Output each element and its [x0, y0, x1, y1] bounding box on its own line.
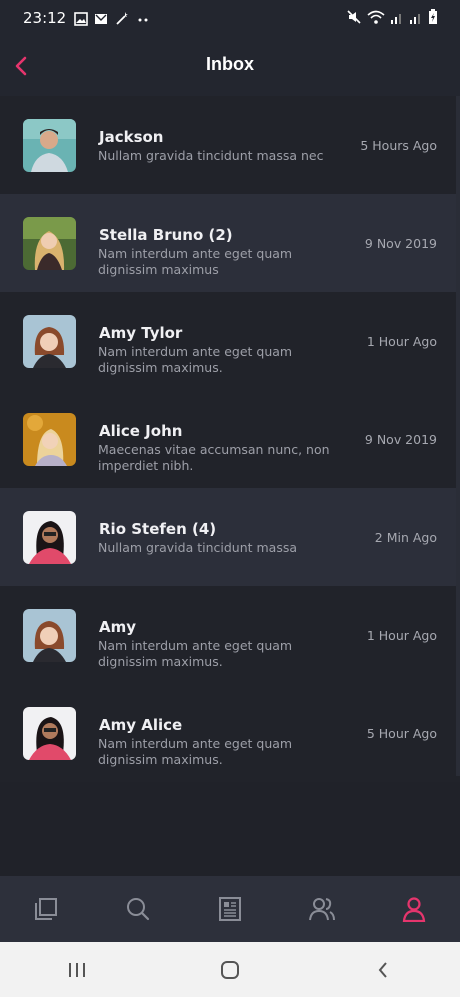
recent-apps-button[interactable]	[47, 945, 107, 995]
gallery-icon	[74, 11, 88, 30]
page-title: Inbox	[206, 54, 254, 74]
conversation-item-jackson[interactable]: Jackson Nullam gravida tincidunt massa n…	[0, 96, 460, 194]
system-back-button[interactable]	[353, 945, 413, 995]
message-preview: Maecenas vitae accumsan nunc, non imperd…	[98, 442, 330, 473]
system-nav-bar	[0, 942, 460, 997]
nav-news[interactable]	[200, 879, 260, 939]
contact-name: Amy	[99, 618, 137, 636]
mail-icon	[94, 11, 108, 30]
contact-name: Jackson	[99, 128, 164, 146]
conversation-item-amy-tylor[interactable]: Amy Tylor Nam interdum ante eget quam di…	[0, 292, 460, 390]
layers-icon	[35, 898, 57, 920]
nav-profile[interactable]	[384, 879, 444, 939]
message-time: 9 Nov 2019	[364, 236, 437, 251]
scrollbar[interactable]	[456, 96, 460, 776]
signal-icon	[390, 10, 404, 29]
message-time: 1 Hour Ago	[366, 628, 437, 643]
avatar	[23, 217, 76, 270]
nav-search[interactable]	[108, 879, 168, 939]
message-time: 5 Hour Ago	[366, 726, 437, 741]
home-button[interactable]	[200, 945, 260, 995]
app-header: Inbox	[0, 36, 460, 96]
conversation-item-alice-john[interactable]: Alice John Maecenas vitae accumsan nunc,…	[0, 390, 460, 488]
signal-icon	[409, 10, 423, 29]
avatar	[23, 413, 76, 466]
avatar	[23, 119, 76, 172]
nav-friends[interactable]	[292, 879, 352, 939]
home-icon	[220, 960, 239, 979]
back-arrow-icon	[378, 961, 388, 978]
avatar	[23, 707, 76, 760]
users-icon	[309, 898, 335, 921]
conversation-item-stella-bruno[interactable]: Stella Bruno (2) Nam interdum ante eget …	[0, 194, 460, 292]
bottom-nav	[0, 876, 460, 942]
message-time: 2 Min Ago	[374, 530, 437, 545]
magic-wand-icon	[114, 10, 130, 30]
status-time: 23:12	[23, 9, 67, 27]
contact-name: Amy Alice	[99, 716, 183, 734]
contact-name: Alice John	[99, 422, 183, 440]
message-time: 5 Hours Ago	[360, 138, 437, 153]
message-preview: Nullam gravida tincidunt massa	[98, 540, 298, 555]
system-status-icons	[346, 9, 438, 29]
search-icon	[127, 898, 150, 921]
message-time: 1 Hour Ago	[366, 334, 437, 349]
conversation-item-amy-alice[interactable]: Amy Alice Nam interdum ante eget quam di…	[0, 684, 460, 782]
notification-icons	[74, 10, 150, 30]
contact-name: Amy Tylor	[99, 324, 183, 342]
avatar	[23, 511, 76, 564]
recent-apps-icon	[68, 962, 85, 977]
message-preview: Nam interdum ante eget quam dignissim ma…	[98, 344, 293, 375]
conversation-item-rio-stefen[interactable]: Rio Stefen (4) Nullam gravida tincidunt …	[0, 488, 460, 586]
status-bar: 23:12	[0, 0, 460, 36]
wifi-icon	[367, 9, 385, 29]
profile-icon	[402, 897, 426, 922]
contact-name: Rio Stefen (4)	[99, 520, 217, 538]
message-time: 9 Nov 2019	[364, 432, 437, 447]
newspaper-icon	[219, 897, 241, 921]
avatar	[23, 609, 76, 662]
conversation-item-amy[interactable]: Amy Nam interdum ante eget quam dignissi…	[0, 586, 460, 684]
inbox-list: Jackson Nullam gravida tincidunt massa n…	[0, 96, 460, 876]
mute-icon	[346, 9, 362, 29]
more-dots-icon	[136, 11, 150, 30]
message-preview: Nullam gravida tincidunt massa nec	[98, 148, 324, 163]
message-preview: Nam interdum ante eget quam dignissim ma…	[98, 638, 293, 669]
nav-layers[interactable]	[16, 879, 76, 939]
contact-name: Stella Bruno (2)	[99, 226, 233, 244]
battery-icon	[428, 9, 438, 29]
message-preview: Nam interdum ante eget quam dignissim ma…	[98, 246, 293, 277]
avatar	[23, 315, 76, 368]
message-preview: Nam interdum ante eget quam dignissim ma…	[98, 736, 293, 767]
